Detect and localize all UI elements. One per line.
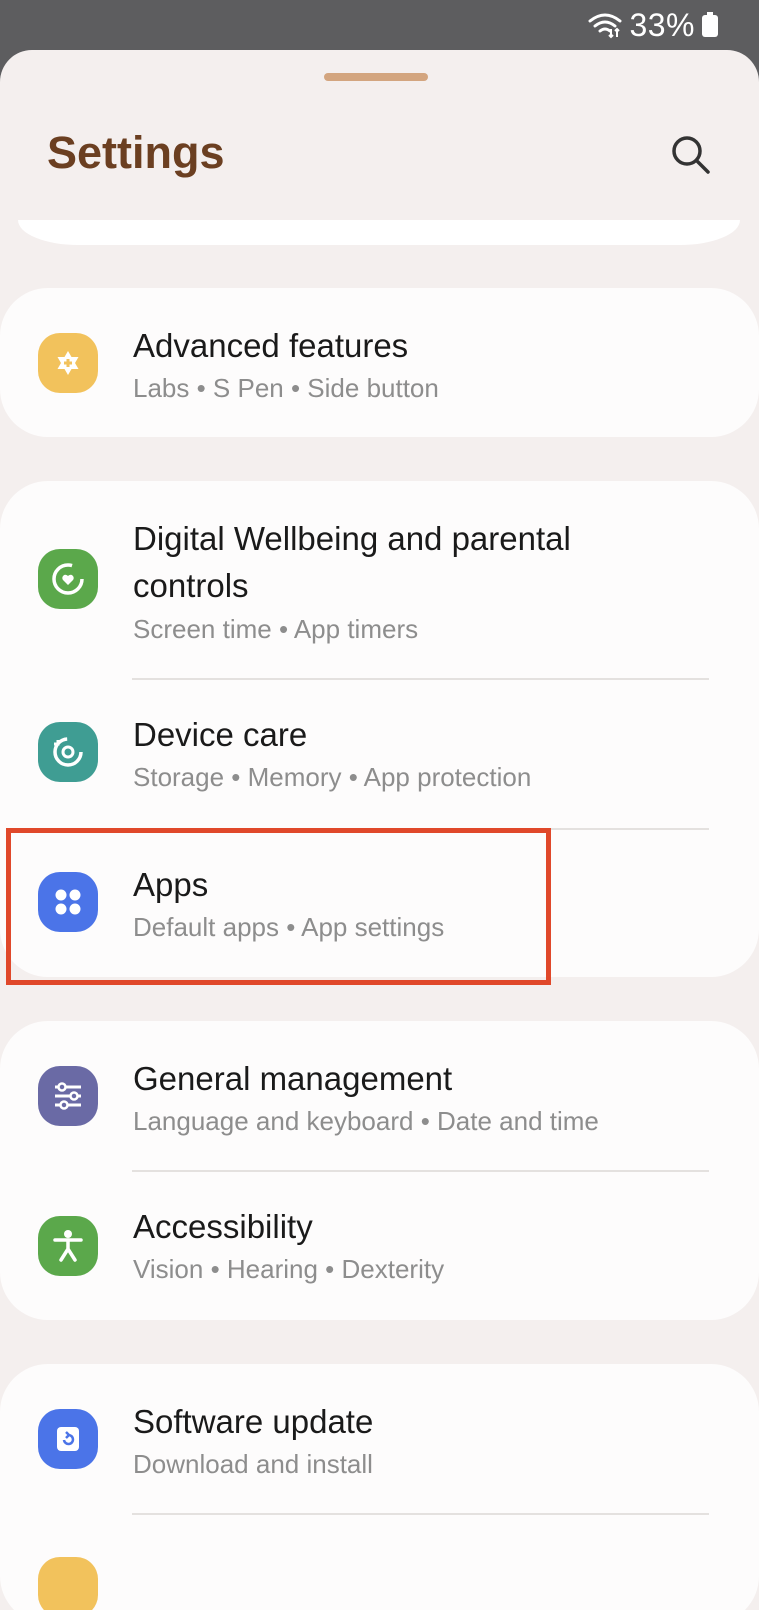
settings-item-general-management[interactable]: General management Language and keyboard…	[0, 1021, 759, 1170]
settings-item-digital-wellbeing[interactable]: Digital Wellbeing and parental controls …	[0, 481, 759, 678]
status-indicators: 33%	[587, 6, 719, 43]
settings-item-software-update[interactable]: Software update Download and install	[0, 1364, 759, 1513]
item-subtitle: Vision • Hearing • Dexterity	[133, 1254, 445, 1284]
previous-card-edge	[18, 220, 740, 245]
device-care-icon	[38, 722, 98, 782]
item-subtitle: Download and install	[133, 1449, 373, 1479]
settings-group-general: General management Language and keyboard…	[0, 1021, 759, 1320]
settings-item-device-care[interactable]: Device care Storage • Memory • App prote…	[0, 680, 759, 828]
wifi-icon	[588, 13, 622, 39]
item-title: Device care	[133, 716, 308, 753]
accessibility-icon	[38, 1216, 98, 1276]
item-subtitle: Language and keyboard • Date and time	[133, 1106, 599, 1136]
item-title: General management	[133, 1060, 453, 1097]
item-subtitle: Screen time • App timers	[133, 614, 419, 644]
settings-group-advanced: Advanced features Labs • S Pen • Side bu…	[0, 288, 759, 437]
item-subtitle: Storage • Memory • App protection	[133, 762, 532, 792]
settings-item-partial[interactable]	[0, 1515, 759, 1610]
digital-wellbeing-icon	[38, 549, 98, 609]
search-icon[interactable]	[666, 130, 716, 180]
item-subtitle: Labs • S Pen • Side button	[133, 373, 439, 403]
settings-item-accessibility[interactable]: Accessibility Vision • Hearing • Dexteri…	[0, 1172, 759, 1320]
apps-highlight-box	[6, 828, 551, 985]
settings-group-software: Software update Download and install	[0, 1364, 759, 1610]
partial-item-icon	[38, 1557, 98, 1610]
battery-percentage: 33%	[629, 6, 695, 43]
advanced-features-icon	[38, 333, 98, 393]
sheet-drag-handle[interactable]	[324, 73, 428, 81]
general-management-icon	[38, 1066, 98, 1126]
item-title: Advanced features	[133, 327, 409, 364]
page-title: Settings	[47, 127, 225, 178]
item-title: Accessibility	[133, 1208, 313, 1245]
settings-item-advanced-features[interactable]: Advanced features Labs • S Pen • Side bu…	[0, 288, 759, 437]
software-update-icon	[38, 1409, 98, 1469]
item-title: Software update	[133, 1403, 374, 1440]
status-bar: 33%	[0, 0, 759, 50]
item-title: Digital Wellbeing and parental controls	[133, 520, 571, 604]
battery-icon	[702, 12, 718, 37]
